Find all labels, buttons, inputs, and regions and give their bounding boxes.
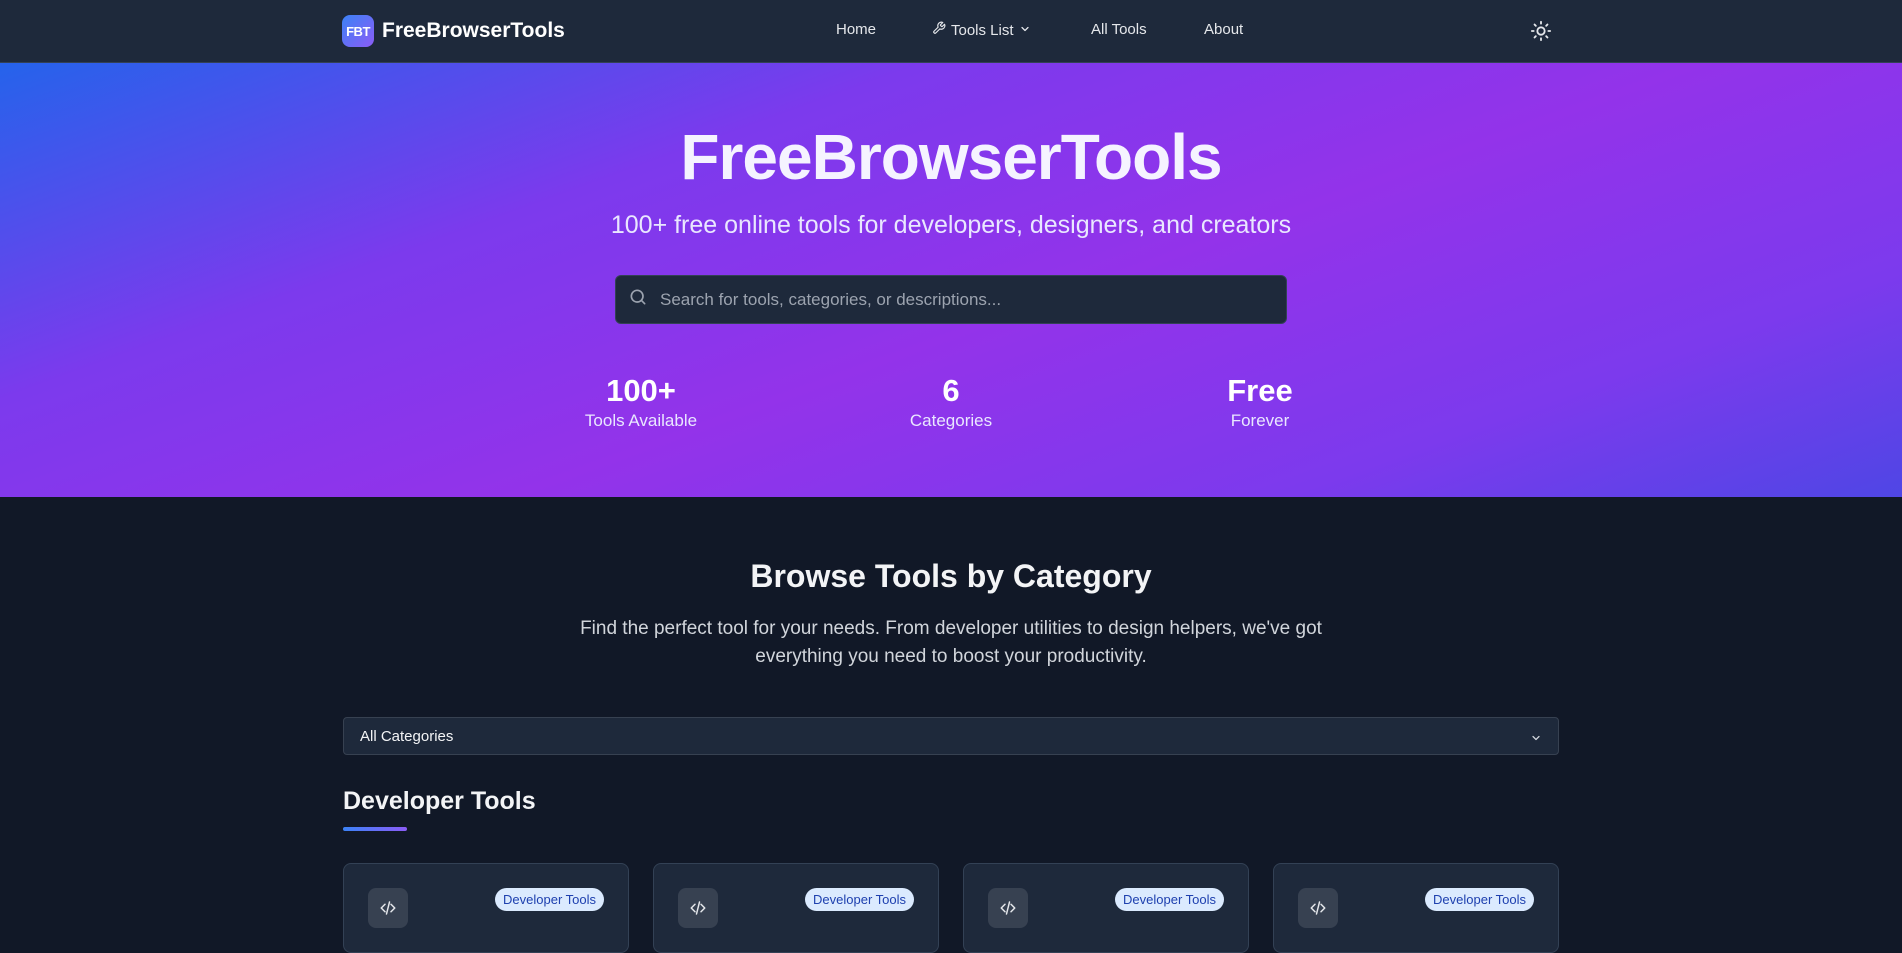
- stat-label: Forever: [1230, 411, 1290, 430]
- stat-value: Free: [1227, 373, 1293, 408]
- nav-link-label: Home: [836, 21, 877, 38]
- brand-link[interactable]: FBT FreeBrowserTools: [342, 15, 565, 47]
- category-badge: Developer Tools: [1425, 888, 1534, 911]
- category-badge: Developer Tools: [805, 888, 914, 911]
- nav-link-home[interactable]: Home: [836, 21, 876, 38]
- navbar: FBT FreeBrowserTools Home Tools List All…: [0, 0, 1902, 63]
- tool-card[interactable]: Developer Tools: [343, 863, 629, 953]
- chevron-down-icon: [1530, 731, 1542, 749]
- code-icon: [988, 888, 1028, 928]
- nav-link-about[interactable]: About: [1204, 21, 1243, 38]
- section-title: Browse Tools by Category: [750, 558, 1152, 594]
- stat-free: Free Forever: [1150, 373, 1370, 431]
- search-input[interactable]: [658, 288, 1262, 311]
- category-select[interactable]: All Categories: [343, 717, 1559, 755]
- brand-name: FreeBrowserTools: [382, 19, 565, 42]
- tool-card[interactable]: Developer Tools: [1273, 863, 1559, 953]
- tool-card[interactable]: Developer Tools: [653, 863, 939, 953]
- nav-link-label: Tools List: [951, 21, 1014, 39]
- stat-value: 100+: [606, 373, 676, 408]
- category-badge: Developer Tools: [1115, 888, 1224, 911]
- stat-label: Categories: [909, 411, 993, 430]
- category-badge: Developer Tools: [495, 888, 604, 911]
- code-icon: [1298, 888, 1338, 928]
- group-title: Developer Tools: [343, 787, 536, 815]
- tool-card[interactable]: Developer Tools: [963, 863, 1249, 953]
- nav-link-label: All Tools: [1091, 21, 1147, 38]
- stat-value: 6: [942, 373, 960, 408]
- hero-title: FreeBrowserTools: [680, 121, 1222, 193]
- nav-link-all-tools[interactable]: All Tools: [1091, 21, 1147, 38]
- code-icon: [678, 888, 718, 928]
- theme-toggle-button[interactable]: [1530, 20, 1552, 42]
- hero-section: FreeBrowserTools 100+ free online tools …: [0, 63, 1902, 497]
- stat-tools: 100+ Tools Available: [531, 373, 751, 431]
- stat-categories: 6 Categories: [841, 373, 1061, 431]
- category-select-value: All Categories: [360, 728, 454, 745]
- hero-subtitle: 100+ free online tools for developers, d…: [610, 211, 1292, 239]
- nav-link-tools-list[interactable]: Tools List: [932, 21, 1031, 39]
- section-description: Find the perfect tool for your needs. Fr…: [580, 618, 1322, 667]
- stat-label: Tools Available: [584, 411, 698, 430]
- sun-icon: [1530, 20, 1552, 46]
- code-icon: [368, 888, 408, 928]
- wrench-icon: [932, 21, 946, 39]
- brand-logo: FBT: [342, 15, 374, 47]
- chevron-down-icon: [1019, 22, 1031, 39]
- search-box: [615, 275, 1287, 324]
- nav-link-label: About: [1204, 21, 1244, 38]
- group-title-underline: [343, 827, 407, 831]
- search-icon: [616, 287, 648, 312]
